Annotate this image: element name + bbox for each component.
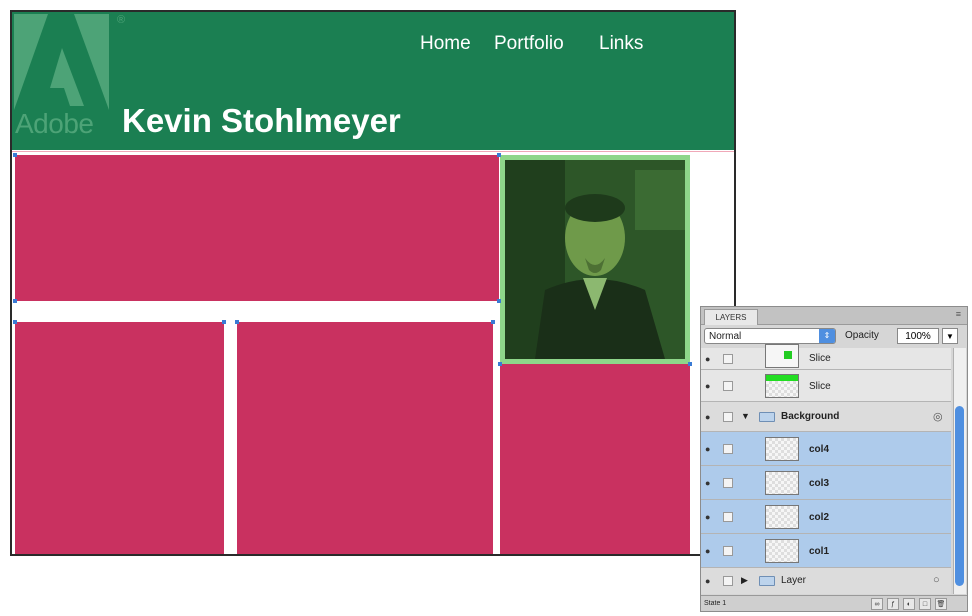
state-select[interactable]: State 1: [704, 598, 764, 610]
person-photo-icon: [505, 160, 685, 359]
layer-name: col2: [809, 512, 830, 523]
layer-thumbnail: [765, 505, 799, 529]
slice-color-swatch: [766, 375, 798, 381]
link-checkbox[interactable]: [723, 478, 733, 488]
profile-photo: [505, 160, 685, 359]
eye-visibility-icon[interactable]: ●: [705, 512, 717, 522]
site-header: ® Adobe Kevin Stohlmeyer Home Portfolio …: [12, 12, 734, 150]
panel-menu-icon[interactable]: ≡: [956, 309, 961, 319]
eye-visibility-icon[interactable]: ●: [705, 576, 717, 586]
blend-mode-select[interactable]: Normal ⇕: [704, 328, 836, 344]
opacity-label: Opacity: [845, 330, 879, 341]
link-checkbox[interactable]: [723, 381, 733, 391]
site-title: Kevin Stohlmeyer: [122, 102, 401, 139]
collapsed-triangle-icon[interactable]: ▶: [741, 575, 748, 586]
group-target-icon[interactable]: ○: [933, 574, 940, 586]
layer-row-col2[interactable]: ● col2: [701, 500, 951, 534]
layer-row-layer-group[interactable]: ● ▶ Layer ○: [701, 568, 951, 594]
updown-arrows-icon: ⇕: [819, 329, 835, 343]
slice-handle[interactable]: [497, 299, 501, 303]
eye-visibility-icon[interactable]: ●: [705, 381, 717, 391]
slice-handle[interactable]: [222, 320, 226, 324]
layers-footer: State 1 ∞ ƒ ◐ □ 🗑: [701, 595, 967, 611]
link-checkbox[interactable]: [723, 512, 733, 522]
link-layers-icon[interactable]: ∞: [871, 598, 883, 610]
new-layer-icon[interactable]: □: [919, 598, 931, 610]
slice-handle[interactable]: [235, 320, 239, 324]
expand-triangle-icon[interactable]: ▼: [741, 411, 750, 421]
column-block-1[interactable]: [15, 322, 224, 554]
slice-handle[interactable]: [497, 153, 501, 157]
layer-row-col4[interactable]: ● col4: [701, 432, 951, 466]
layers-titlebar: LAYERS ≡: [701, 307, 967, 325]
layer-list: ● Slice ● Slice ● ▼ Background ◎ ● col4 …: [701, 344, 951, 594]
link-checkbox[interactable]: [723, 444, 733, 454]
layer-row-background-group[interactable]: ● ▼ Background ◎: [701, 402, 951, 432]
layer-thumbnail: [765, 344, 799, 368]
mask-icon[interactable]: ◐: [903, 598, 915, 610]
opacity-dropdown-button[interactable]: ▼: [942, 328, 958, 344]
layer-row-slice-1[interactable]: ● Slice: [701, 344, 951, 370]
group-target-icon[interactable]: ◎: [933, 410, 943, 423]
layer-name: col3: [809, 478, 830, 489]
nav-home-link[interactable]: Home: [420, 33, 471, 55]
slice-handle[interactable]: [13, 299, 17, 303]
column-block-2[interactable]: [237, 322, 493, 554]
slice-handle[interactable]: [13, 320, 17, 324]
tab-layers[interactable]: LAYERS: [704, 309, 758, 325]
layer-name: Layer: [781, 575, 807, 586]
eye-visibility-icon[interactable]: ●: [705, 478, 717, 488]
slice-handle[interactable]: [491, 320, 495, 324]
layer-row-col1[interactable]: ● col1: [701, 534, 951, 568]
slice-handle[interactable]: [688, 362, 692, 366]
layer-row-col3[interactable]: ● col3: [701, 466, 951, 500]
hero-block[interactable]: [15, 155, 499, 301]
adobe-wordmark: Adobe: [15, 108, 94, 139]
nav-links-link[interactable]: Links: [599, 33, 643, 55]
eye-visibility-icon[interactable]: ●: [705, 412, 717, 422]
layer-name: col4: [809, 444, 830, 455]
layer-name: Slice: [809, 353, 831, 364]
layer-thumbnail: [765, 539, 799, 563]
slice-color-swatch: [784, 351, 792, 359]
link-checkbox[interactable]: [723, 546, 733, 556]
registered-mark: ®: [117, 14, 126, 26]
guide-line: [12, 151, 734, 152]
eye-visibility-icon[interactable]: ●: [705, 354, 717, 364]
layer-thumbnail: [765, 471, 799, 495]
column-block-3[interactable]: [500, 364, 690, 554]
link-checkbox[interactable]: [723, 412, 733, 422]
link-checkbox[interactable]: [723, 354, 733, 364]
layers-scrollbar[interactable]: [953, 348, 966, 594]
scrollbar-thumb[interactable]: [955, 406, 964, 586]
layer-name: Slice: [809, 381, 831, 392]
layer-style-icon[interactable]: ƒ: [887, 598, 899, 610]
slice-handle[interactable]: [498, 362, 502, 366]
profile-photo-frame[interactable]: [500, 155, 690, 364]
folder-icon: [759, 576, 775, 586]
adobe-logo-icon: [14, 14, 109, 110]
folder-icon: [759, 412, 775, 422]
layer-name: col1: [809, 546, 830, 557]
design-canvas[interactable]: ® Adobe Kevin Stohlmeyer Home Portfolio …: [10, 10, 736, 556]
layer-thumbnail: [765, 374, 799, 398]
layer-name: Background: [781, 411, 840, 422]
eye-visibility-icon[interactable]: ●: [705, 546, 717, 556]
link-checkbox[interactable]: [723, 576, 733, 586]
trash-icon[interactable]: 🗑: [935, 598, 947, 610]
slice-handle[interactable]: [13, 153, 17, 157]
layers-panel[interactable]: LAYERS ≡ Normal ⇕ Opacity 100% ▼ ● Slice…: [700, 306, 968, 612]
layer-thumbnail: [765, 437, 799, 461]
nav-portfolio-link[interactable]: Portfolio: [494, 33, 564, 55]
eye-visibility-icon[interactable]: ●: [705, 444, 717, 454]
blend-mode-value: Normal: [709, 331, 742, 342]
layer-row-slice-2[interactable]: ● Slice: [701, 370, 951, 402]
opacity-input[interactable]: 100%: [897, 328, 939, 344]
